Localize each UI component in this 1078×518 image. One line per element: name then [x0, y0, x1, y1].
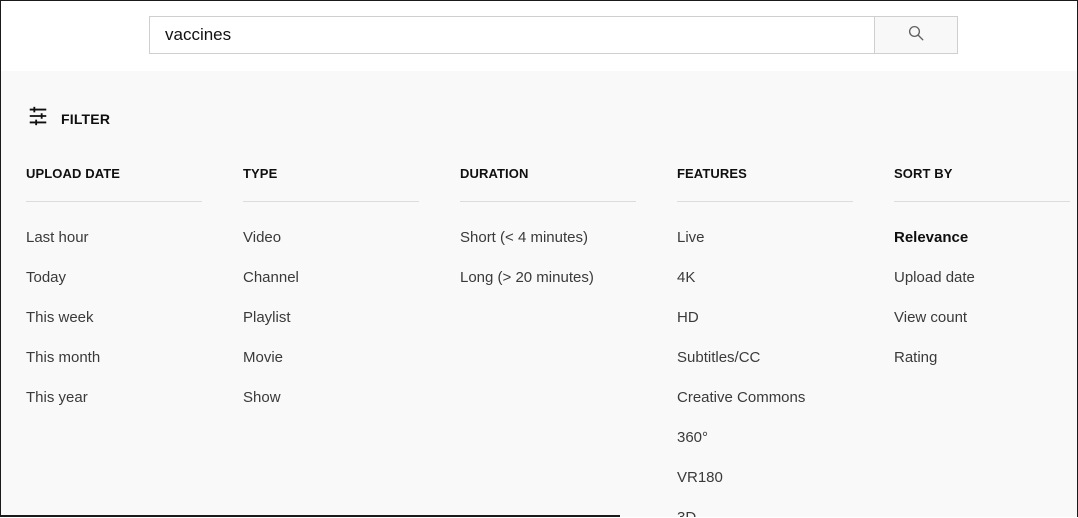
filter-option-vr180[interactable]: VR180	[677, 458, 853, 498]
masthead	[1, 1, 1077, 71]
filter-option-this-month[interactable]: This month	[26, 338, 202, 378]
filter-option-3d[interactable]: 3D	[677, 498, 853, 517]
filter-option-movie[interactable]: Movie	[243, 338, 419, 378]
filter-option-live[interactable]: Live	[677, 218, 853, 258]
divider	[677, 201, 853, 202]
filter-column-type: TYPE Video Channel Playlist Movie Show	[243, 165, 419, 418]
search-input[interactable]	[149, 16, 875, 54]
search-icon	[907, 24, 925, 47]
frame-border	[0, 515, 620, 517]
divider	[243, 201, 419, 202]
filter-option-playlist[interactable]: Playlist	[243, 298, 419, 338]
filter-option-short[interactable]: Short (< 4 minutes)	[460, 218, 636, 258]
divider	[460, 201, 636, 202]
filter-option-this-week[interactable]: This week	[26, 298, 202, 338]
column-header: SORT BY	[894, 166, 953, 181]
search-button[interactable]	[874, 16, 958, 54]
column-header: UPLOAD DATE	[26, 166, 121, 181]
filter-label: FILTER	[61, 110, 111, 127]
filter-option-360[interactable]: 360°	[677, 418, 853, 458]
filter-option-last-hour[interactable]: Last hour	[26, 218, 202, 258]
filter-option-long[interactable]: Long (> 20 minutes)	[460, 258, 636, 298]
divider	[894, 201, 1070, 202]
filter-option-channel[interactable]: Channel	[243, 258, 419, 298]
sort-option-rating[interactable]: Rating	[894, 338, 1070, 378]
filter-column-features: FEATURES Live 4K HD Subtitles/CC Creativ…	[677, 165, 853, 517]
filter-column-upload-date: UPLOAD DATE Last hour Today This week Th…	[26, 165, 202, 418]
sort-option-upload-date[interactable]: Upload date	[894, 258, 1070, 298]
filter-column-duration: DURATION Short (< 4 minutes) Long (> 20 …	[460, 165, 636, 298]
filter-option-show[interactable]: Show	[243, 378, 419, 418]
sort-option-relevance[interactable]: Relevance	[894, 218, 1070, 258]
filter-option-today[interactable]: Today	[26, 258, 202, 298]
filter-option-subtitles-cc[interactable]: Subtitles/CC	[677, 338, 853, 378]
sort-option-view-count[interactable]: View count	[894, 298, 1070, 338]
filter-option-this-year[interactable]: This year	[26, 378, 202, 418]
divider	[26, 201, 202, 202]
sliders-icon	[27, 105, 49, 132]
filter-toggle-button[interactable]: FILTER	[27, 105, 110, 132]
filter-option-4k[interactable]: 4K	[677, 258, 853, 298]
column-header: TYPE	[243, 166, 278, 181]
filter-option-hd[interactable]: HD	[677, 298, 853, 338]
filter-column-sort-by: SORT BY Relevance Upload date View count…	[894, 165, 1070, 378]
results-page: FILTER UPLOAD DATE Last hour Today This …	[0, 0, 1078, 517]
filter-option-creative-commons[interactable]: Creative Commons	[677, 378, 853, 418]
filter-option-video[interactable]: Video	[243, 218, 419, 258]
column-header: DURATION	[460, 166, 529, 181]
column-header: FEATURES	[677, 166, 747, 181]
